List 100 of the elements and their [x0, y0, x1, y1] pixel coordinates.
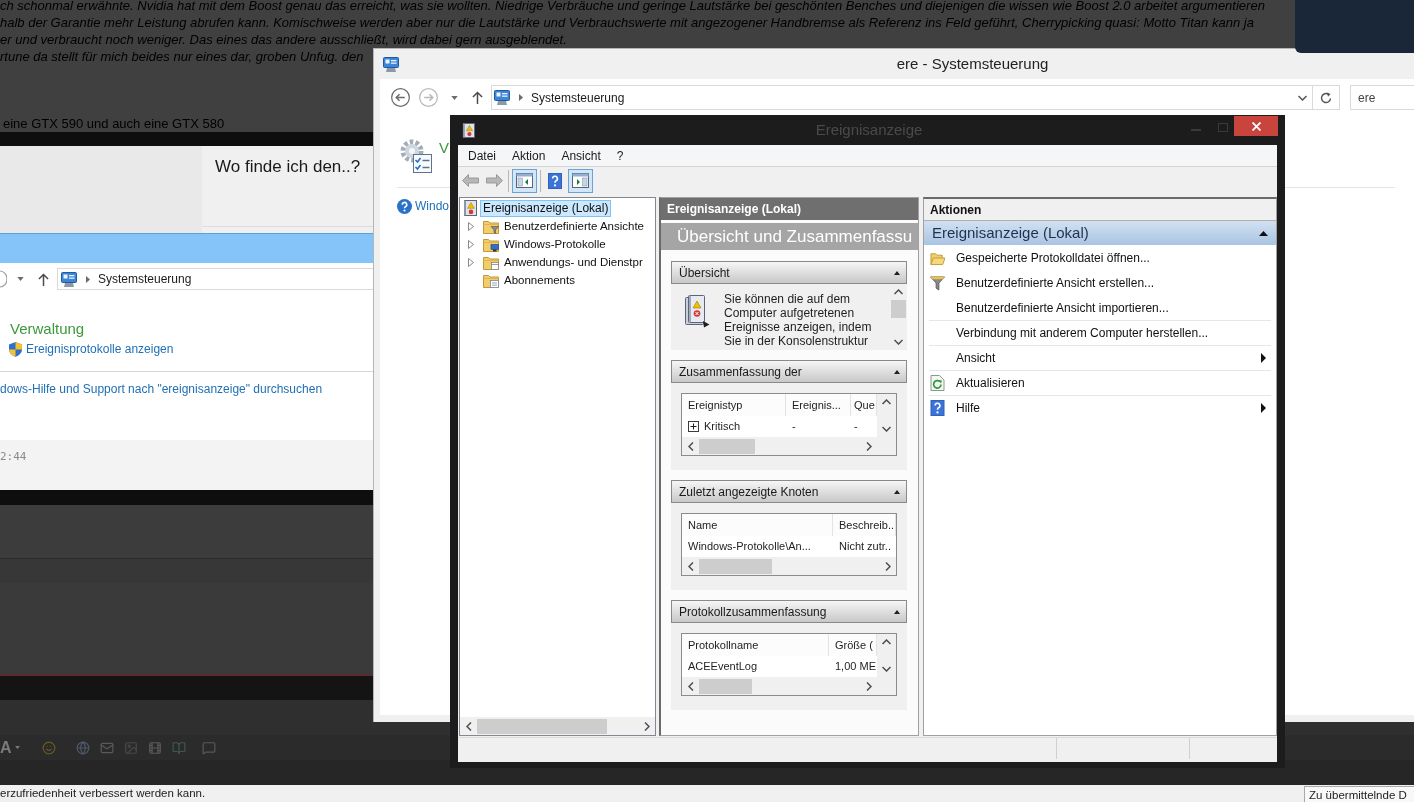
speech-bubble-icon[interactable]	[201, 740, 216, 755]
tree-item[interactable]: Abonnements	[502, 271, 577, 289]
scroll-left-icon	[687, 561, 694, 571]
action-pane-button[interactable]	[568, 168, 593, 193]
forward-icon[interactable]	[419, 88, 438, 107]
tree-item[interactable]: Windows-Protokolle	[502, 235, 608, 253]
horizontal-scrollbar[interactable]	[460, 717, 655, 735]
scrollbar-thumb[interactable]	[699, 558, 772, 574]
horizontal-scrollbar[interactable]	[682, 557, 896, 575]
menu-item[interactable]: Aktion	[512, 146, 546, 165]
table-cell-text: 1,00 ME	[835, 659, 876, 675]
console-tree-button[interactable]	[512, 168, 537, 193]
scrollbar-thumb[interactable]	[699, 438, 755, 454]
tree-item[interactable]: Ereignisanzeige (Lokal)	[480, 199, 612, 217]
address-bar[interactable]: Systemsteuerung	[491, 85, 1313, 110]
smiley-icon[interactable]	[41, 740, 56, 755]
timestamp: 2:44	[0, 450, 27, 463]
breadcrumb-link[interactable]: Systemsteuerung	[531, 88, 625, 107]
collapse-arrow-icon[interactable]	[894, 489, 900, 494]
scroll-left-icon	[465, 721, 472, 731]
collapse-arrow-icon[interactable]	[894, 270, 900, 275]
result-title[interactable]: V	[439, 137, 449, 160]
expand-plus-icon[interactable]	[688, 421, 699, 432]
scroll-right-icon	[643, 721, 650, 731]
film-icon[interactable]	[147, 740, 162, 755]
refresh-button[interactable]	[1313, 85, 1340, 110]
scroll-up-icon	[882, 639, 891, 645]
left-arrow-icon	[462, 174, 479, 187]
action-item[interactable]: Verbindung mit anderem Computer herstellen...	[956, 324, 1209, 342]
vertical-scrollbar[interactable]	[877, 634, 896, 677]
result-title[interactable]: Verwaltung	[10, 320, 85, 338]
breadcrumb-link[interactable]: Systemsteuerung	[98, 270, 192, 288]
post-text-line: rtune da stellt für mich beides nur eines dar, groben Unfug. den	[0, 48, 364, 65]
folder-monitor-icon	[483, 236, 499, 252]
table-cell-text: Nicht zutr..	[839, 539, 891, 555]
task-link[interactable]: Ereignisprotokolle anzeigen	[26, 340, 174, 358]
action-item[interactable]: Gespeicherte Protokolldatei öffnen...	[956, 249, 1150, 267]
menu-item[interactable]: Ansicht	[561, 146, 601, 165]
action-item[interactable]: Benutzerdefinierte Ansicht erstellen...	[956, 274, 1155, 292]
status-button[interactable]: Zu übermittelnde D	[1304, 786, 1414, 802]
scrollbar-thumb[interactable]	[477, 718, 607, 734]
gear-checklist-icon	[400, 139, 432, 173]
help-icon	[929, 400, 945, 416]
group-header[interactable]: Ereignisanzeige (Lokal)	[924, 221, 1276, 245]
help-link[interactable]: dows-Hilfe und Support nach "ereignisanzeige" durchsuchen	[0, 380, 323, 398]
scrollbar-thumb[interactable]	[891, 300, 906, 318]
pane-icon	[572, 173, 589, 188]
back-icon[interactable]	[0, 270, 7, 288]
action-item[interactable]: Hilfe	[956, 399, 980, 417]
book-icon[interactable]	[171, 740, 186, 755]
notice-text: erzufriedenheit verbessert werden kann.	[0, 785, 206, 801]
search-field[interactable]: ere	[1350, 85, 1414, 110]
breadcrumb-arrow-icon	[86, 275, 90, 283]
tree-item[interactable]: Benutzerdefinierte Ansichte	[502, 217, 646, 235]
pane-header: Ereignisanzeige (Lokal)	[661, 198, 918, 220]
expand-arrow-icon[interactable]	[468, 221, 474, 231]
tree-item[interactable]: Anwendungs- und Dienstpr	[502, 253, 645, 271]
post-text-line: eine GTX 590 und auch eine GTX 580	[3, 116, 225, 132]
menu-item[interactable]: Datei	[468, 146, 496, 165]
post-text-line: ch schonmal erwähnte. Nvidia hat mit dem Boost genau das erreicht, was sie wollten. Niedrige Verbräuche und geringe Lautstärke bei geschönten Benches und diejenigen die wissen wie Boost 2.0 arbeitet argumentieren	[0, 0, 1265, 14]
close-icon	[1251, 121, 1261, 131]
back-icon[interactable]	[391, 88, 410, 107]
table-cell-text: -	[854, 419, 858, 435]
section-header[interactable]: Zuletzt angezeigte Knoten	[671, 480, 907, 503]
vertical-scrollbar[interactable]	[877, 394, 896, 437]
chevron-down-icon[interactable]	[1298, 94, 1307, 101]
up-arrow-icon[interactable]	[472, 91, 483, 104]
refresh-icon	[1320, 91, 1332, 104]
caret-down-icon[interactable]	[451, 95, 458, 100]
action-item[interactable]: Ansicht	[956, 349, 996, 367]
action-item[interactable]: Benutzerdefinierte Ansicht importieren...	[956, 299, 1169, 317]
close-button[interactable]	[1234, 116, 1278, 136]
up-arrow-icon[interactable]	[38, 272, 49, 286]
scrollbar-thumb[interactable]	[699, 678, 752, 694]
envelope-icon[interactable]	[99, 740, 114, 755]
section-header[interactable]: Protokollzusammenfassung	[671, 600, 907, 623]
action-item[interactable]: Aktualisieren	[956, 374, 1025, 392]
expand-arrow-icon[interactable]	[468, 257, 474, 267]
menu-item[interactable]: ?	[616, 146, 624, 165]
collapse-arrow-icon[interactable]	[894, 609, 900, 614]
shield-icon	[9, 341, 22, 357]
expand-arrow-icon[interactable]	[468, 239, 474, 249]
scroll-down-icon	[882, 666, 891, 672]
section-header[interactable]: Übersicht	[671, 261, 907, 284]
collapse-arrow-icon[interactable]	[894, 369, 900, 374]
horizontal-scrollbar[interactable]	[682, 677, 877, 695]
scroll-left-icon	[687, 681, 694, 691]
help-link[interactable]: Windo	[415, 197, 449, 215]
folder-filter-icon	[483, 218, 499, 234]
collapse-arrow-icon[interactable]	[1259, 230, 1268, 236]
post-text-line: er und verbraucht noch weniger. Das eines das andere ausschließt, wird dabei gern ausgeblendet.	[0, 31, 567, 48]
globe-icon[interactable]	[75, 740, 90, 755]
folder-window-icon	[483, 254, 499, 270]
pane-icon	[516, 173, 533, 188]
caret-down-icon[interactable]	[17, 277, 24, 281]
address-bar[interactable]: Systemsteuerung	[57, 268, 373, 290]
horizontal-scrollbar[interactable]	[682, 437, 877, 455]
monitor-icon	[61, 271, 77, 287]
section-header[interactable]: Zusammenfassung der	[671, 360, 907, 383]
pane-banner: Übersicht und Zusammenfassu	[661, 223, 918, 250]
